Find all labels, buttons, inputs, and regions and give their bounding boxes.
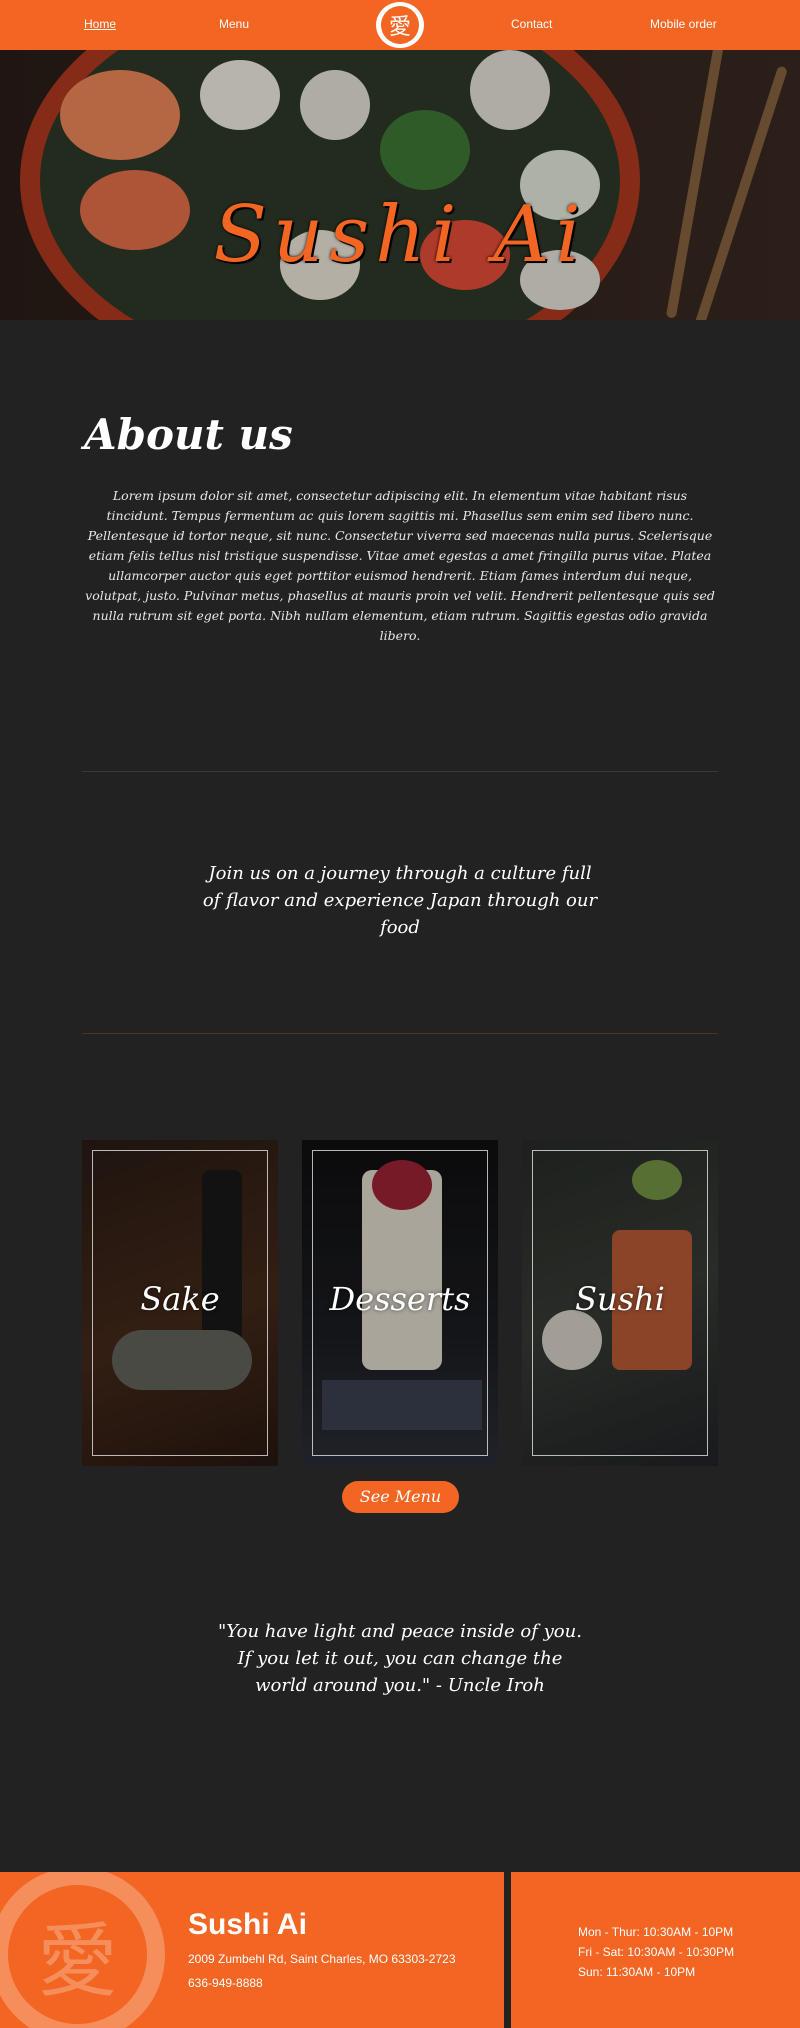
card-desserts[interactable]: Desserts [302,1140,498,1466]
footer-restaurant-name: Sushi Ai [188,1908,307,1941]
card-sushi[interactable]: Sushi [522,1140,718,1466]
footer-hours: Mon - Thur: 10:30AM - 10PM Fri - Sat: 10… [511,1872,800,2028]
card-desserts-label: Desserts [329,1280,471,1318]
divider [82,771,718,772]
card-sushi-label: Sushi [575,1280,665,1318]
nav-home-link[interactable]: Home [84,17,116,31]
hours-sunday: Sun: 11:30AM - 10PM [578,1965,696,1979]
footer-address: 2009 Zumbehl Rd, Saint Charles, MO 63303… [188,1952,456,1966]
hours-weekend: Fri - Sat: 10:30AM - 10:30PM [578,1945,735,1959]
nav-contact-link[interactable]: Contact [511,17,552,31]
about-title: About us [84,410,293,459]
top-nav: Home Menu 愛 Contact Mobile order [0,0,800,50]
journey-tagline: Join us on a journey through a culture f… [202,863,598,938]
see-menu-button[interactable]: See Menu [342,1481,459,1513]
nav-menu-link[interactable]: Menu [219,17,249,31]
card-sake-label: Sake [140,1280,220,1318]
hours-weekday: Mon - Thur: 10:30AM - 10PM [578,1925,734,1939]
footer-divider [504,1872,511,2028]
nav-mobile-order-link[interactable]: Mobile order [650,17,717,31]
hero-banner: Sushi Ai [0,50,800,320]
footer-info: 愛 Sushi Ai 2009 Zumbehl Rd, Saint Charle… [0,1872,504,2028]
about-text: Lorem ipsum dolor sit amet, consectetur … [85,488,715,643]
quote-text: "You have light and peace inside of you.… [218,1621,582,1696]
footer-emblem-logo: 愛 [0,1872,165,2028]
footer-emblem-glyph: 愛 [37,1914,118,2008]
footer-phone: 636-949-8888 [188,1976,263,1990]
card-sake[interactable]: Sake [82,1140,278,1466]
logo[interactable]: 愛 [376,2,424,48]
logo-glyph: 愛 [381,6,419,44]
divider [82,1033,718,1034]
hero-title: Sushi Ai [213,190,587,280]
